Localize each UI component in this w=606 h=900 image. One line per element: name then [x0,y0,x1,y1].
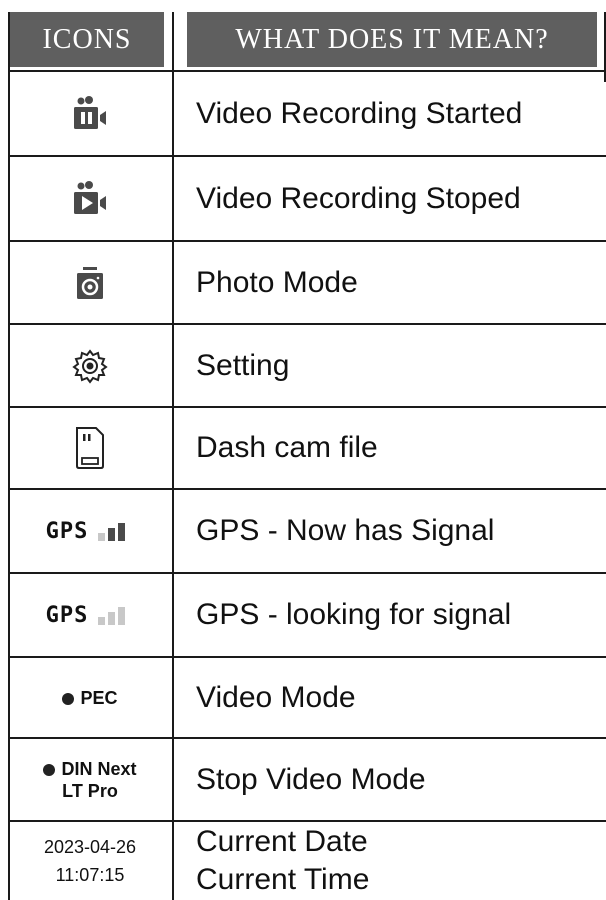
icon-cell: GPS [8,574,172,656]
meaning-text: Video Recording Started [196,96,523,130]
record-dot-icon [43,763,56,776]
table-row: Photo Mode [8,242,606,323]
table-row: GPS GPS - Now has Signal [8,490,606,572]
gps-label: GPS [45,602,89,628]
time-value: 11:07:15 [55,865,125,885]
meaning-text: Dash cam file [196,431,378,464]
icon-cell [8,408,172,488]
record-dot-icon [62,692,75,705]
video-recording-started-icon [74,95,106,129]
icon-cell: DIN Next LT Pro [8,739,172,820]
meaning-text: Setting [196,348,290,382]
icon-cell [8,242,172,323]
signal-strong-icon [98,523,126,541]
table-row: Video Recording Started [8,72,606,155]
meaning-text: Stop Video Mode [196,762,426,796]
meaning-text: GPS - looking for signal [196,598,512,631]
icon-cell: 2023-04-26 11:07:15 [8,822,172,900]
current-time-text: Current Time [196,863,370,896]
gps-label: GPS [45,518,89,544]
header-icons: ICONS [10,12,164,67]
camera-icon [77,266,103,299]
pec-label: PEC [80,687,118,708]
icon-cell [8,325,172,406]
stop-video-mode-label: DIN Next LT Pro [43,758,137,802]
video-mode-label: PEC [62,687,118,709]
icon-legend-table: ICONS WHAT DOES IT MEAN? Video Recording… [0,0,606,900]
current-date-text: Current Date [196,825,368,858]
table-row: Setting [8,325,606,406]
date-value: 2023-04-26 [43,837,137,857]
table-row: GPS GPS - looking for signal [8,574,606,656]
gear-icon [72,348,108,384]
signal-weak-icon [98,607,126,625]
mode-label-line1: DIN Next [61,758,137,779]
table-row: Video Recording Stoped [8,157,606,240]
meaning-text: Current Date Current Time [196,822,606,900]
table-row: PEC Video Mode [8,658,606,737]
meaning-text: Video Recording Stoped [196,181,521,215]
sd-card-icon [76,427,104,469]
meaning-text: Photo Mode [196,265,358,299]
meaning-text: GPS - Now has Signal [196,514,495,547]
table-row: 2023-04-26 11:07:15 Current Date Current… [8,822,606,900]
icon-cell [8,72,172,155]
meaning-text: Video Mode [196,680,356,714]
table-row: DIN Next LT Pro Stop Video Mode [8,739,606,820]
table-row: Dash cam file [8,408,606,488]
icon-cell [8,157,172,240]
icon-cell: PEC [8,658,172,737]
header-meaning: WHAT DOES IT MEAN? [187,12,597,67]
icon-cell: GPS [8,490,172,572]
datetime-display: 2023-04-26 11:07:15 [44,833,136,889]
mode-label-line2: LT Pro [62,780,118,801]
video-recording-stopped-icon [74,180,106,214]
